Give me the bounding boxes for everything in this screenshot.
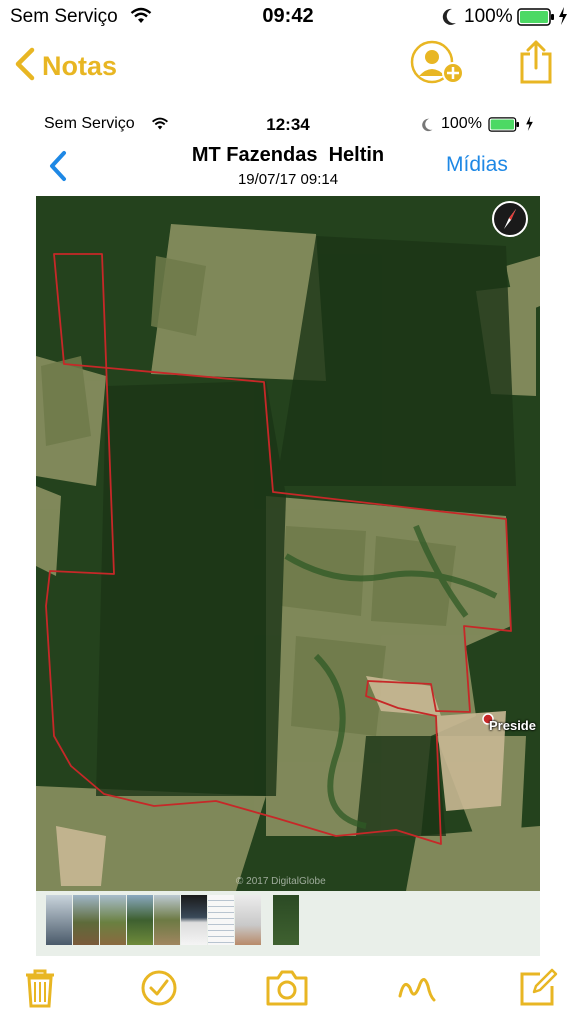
embedded-title: MT Fazendas Heltin — [191, 144, 385, 166]
media-thumbnail[interactable] — [73, 895, 99, 945]
media-thumbnail[interactable] — [181, 895, 207, 945]
media-thumbnail[interactable] — [208, 895, 234, 945]
embedded-moon-icon — [420, 117, 434, 138]
map-imagery — [36, 196, 540, 891]
media-thumbnail[interactable] — [273, 895, 299, 945]
share-icon — [516, 40, 556, 90]
moon-icon — [440, 7, 458, 32]
add-person-icon — [410, 40, 468, 92]
media-button[interactable]: Mídias — [446, 153, 508, 177]
trash-icon[interactable] — [18, 966, 62, 1010]
add-person-button[interactable] — [410, 40, 468, 88]
camera-icon[interactable] — [264, 966, 308, 1010]
compose-icon[interactable] — [516, 966, 560, 1010]
battery-icon — [517, 8, 555, 31]
embedded-screenshot: Sem Serviço 12:34 100% MT Fazendas Helti… — [36, 108, 540, 956]
embedded-subtitle: 19/07/17 09:14 — [237, 171, 339, 188]
media-thumbnail-strip — [36, 891, 540, 956]
media-thumbnail[interactable] — [46, 895, 72, 945]
media-thumbnail[interactable] — [235, 895, 261, 945]
media-thumbnail[interactable] — [154, 895, 180, 945]
chevron-left-icon — [14, 47, 36, 86]
satellite-map[interactable]: Preside © 2017 DigitalGlobe — [36, 196, 540, 891]
embedded-battery-percent: 100% — [441, 115, 482, 132]
checklist-icon[interactable] — [137, 966, 181, 1010]
compass-icon[interactable] — [491, 200, 529, 238]
charging-bolt-icon — [558, 7, 568, 30]
back-to-notes-button[interactable]: Notas — [14, 44, 117, 88]
embedded-battery-icon — [487, 117, 521, 137]
sketch-icon[interactable] — [394, 966, 438, 1010]
media-thumbnail[interactable] — [100, 895, 126, 945]
share-button[interactable] — [516, 38, 556, 86]
place-label: Preside — [489, 718, 536, 733]
media-thumbnail[interactable] — [127, 895, 153, 945]
map-copyright: © 2017 DigitalGlobe — [236, 876, 326, 887]
battery-percent: 100% — [464, 6, 513, 27]
embedded-back-button[interactable] — [48, 150, 68, 187]
back-label: Notas — [42, 50, 118, 81]
embedded-charging-bolt-icon — [525, 116, 534, 136]
